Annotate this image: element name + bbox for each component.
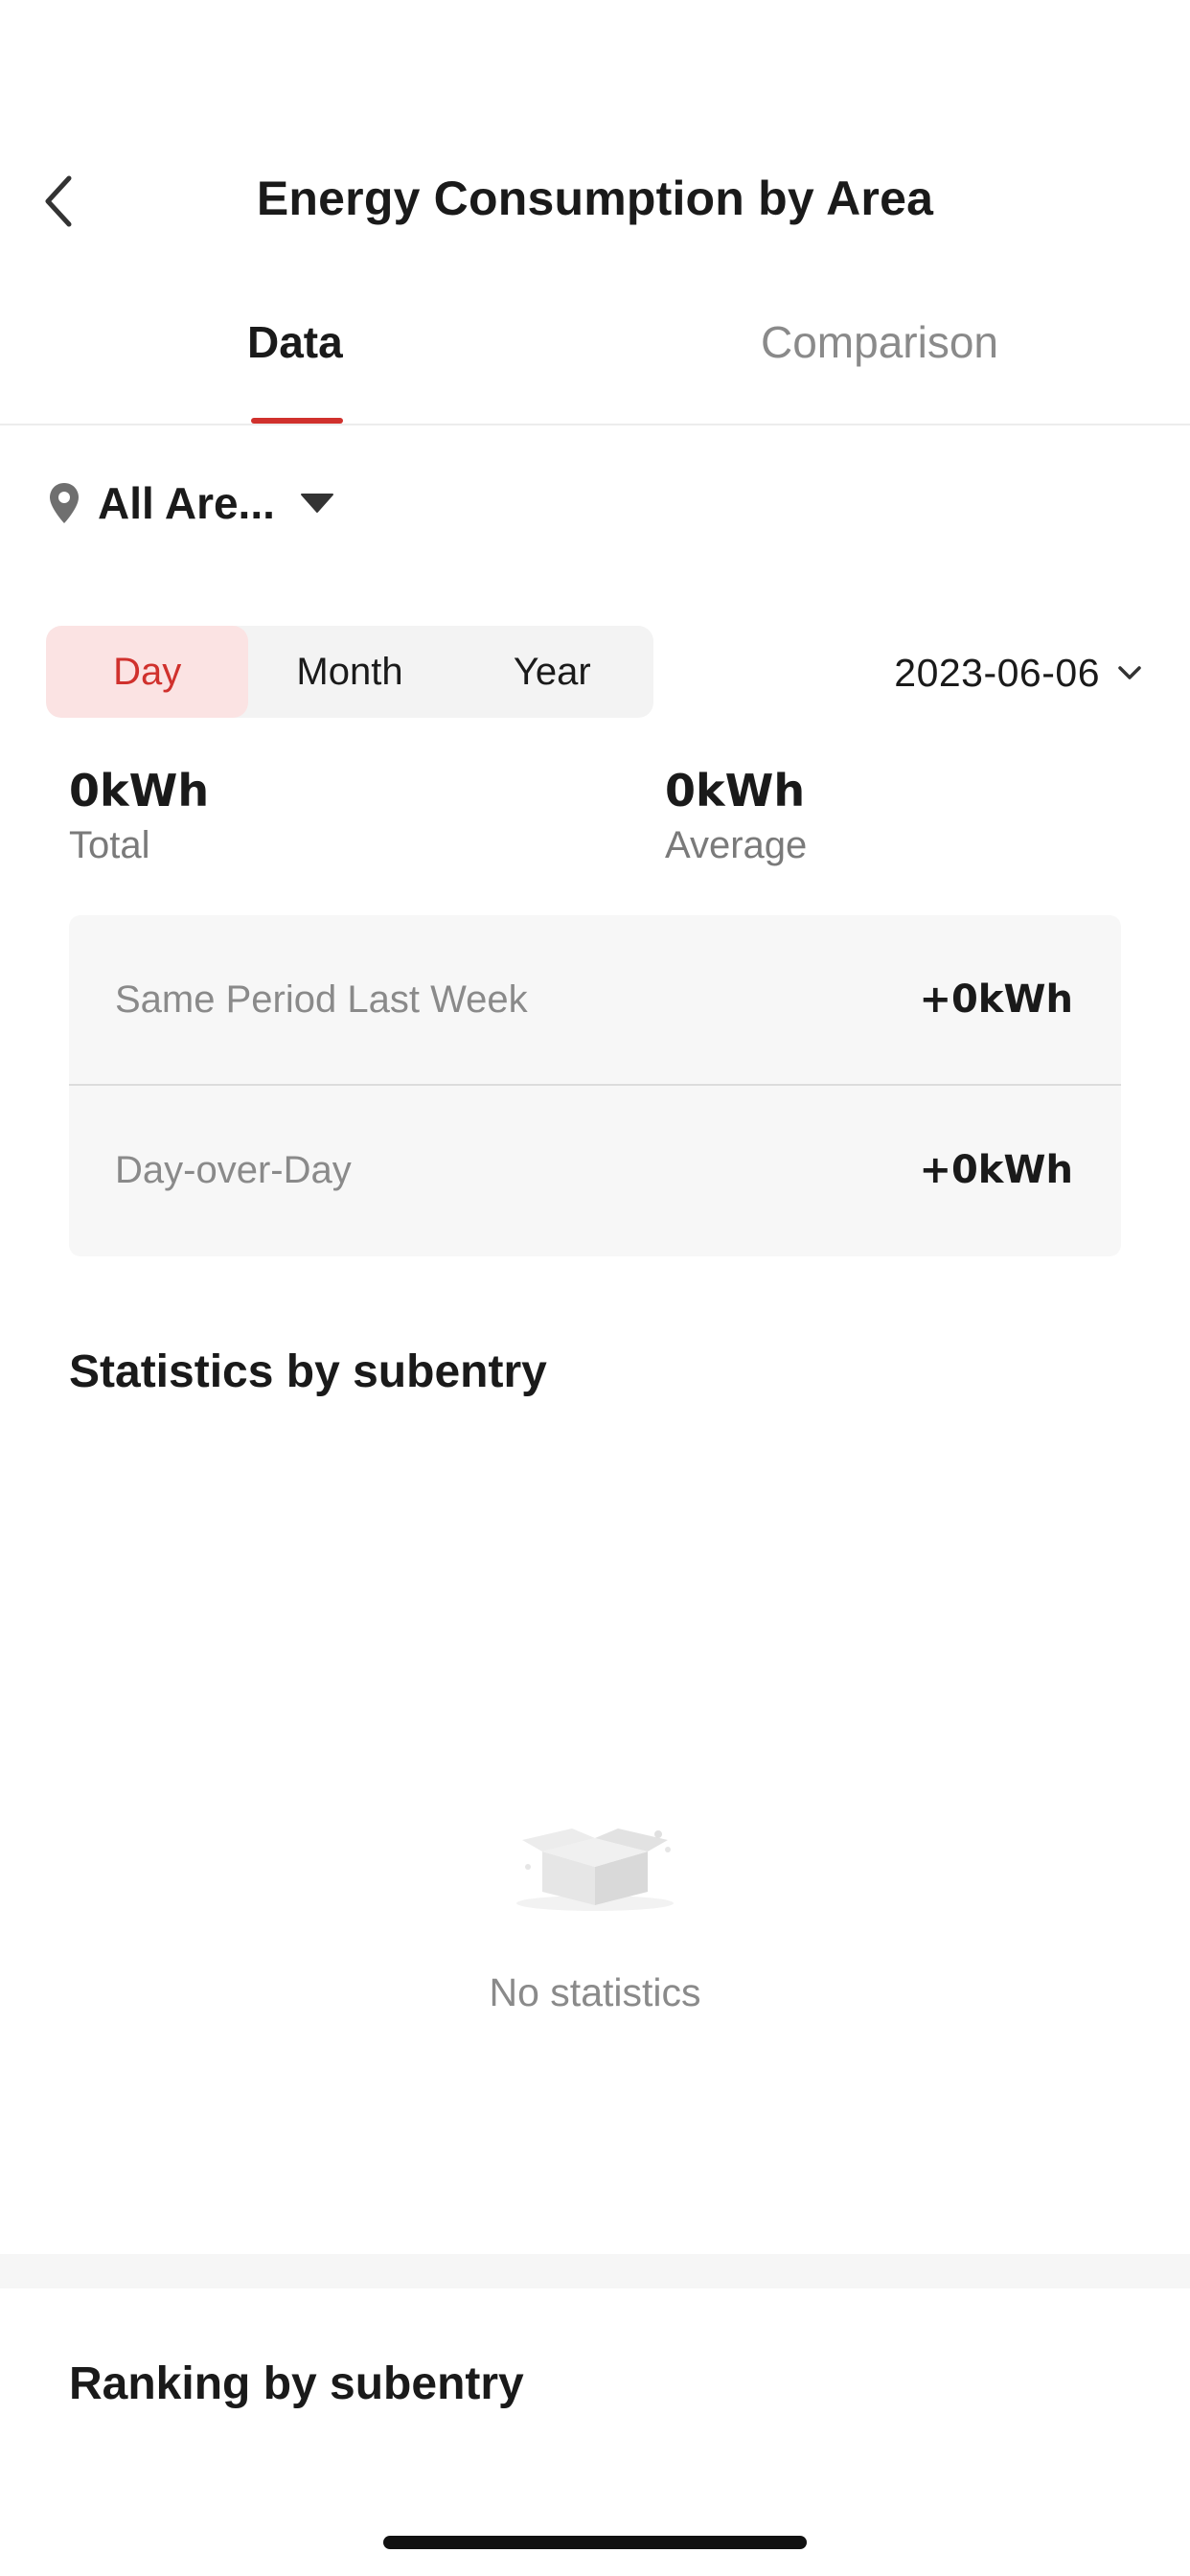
period-segmented-control: Day Month Year [46, 626, 653, 718]
home-indicator [383, 2536, 807, 2549]
area-selector[interactable]: All Are... [48, 474, 334, 532]
comparison-value: +0kWh [919, 1148, 1073, 1192]
comparison-label: Day-over-Day [115, 1148, 352, 1191]
caret-down-icon [300, 494, 333, 513]
tab-comparison[interactable]: Comparison [761, 316, 998, 368]
comparison-row-day-over-day: Day-over-Day +0kWh [69, 1086, 1121, 1254]
tab-data[interactable]: Data [247, 316, 343, 368]
comparison-row-last-week: Same Period Last Week +0kWh [69, 915, 1121, 1084]
area-selector-label: All Are... [98, 478, 275, 528]
empty-box-icon [516, 1828, 674, 1911]
chevron-down-icon [1118, 666, 1141, 679]
period-option-month[interactable]: Month [248, 626, 450, 718]
comparison-label: Same Period Last Week [115, 978, 528, 1021]
date-value: 2023-06-06 [894, 650, 1100, 695]
total-label: Total [69, 824, 150, 866]
average-label: Average [665, 824, 808, 866]
statistics-section-title: Statistics by subentry [69, 1346, 547, 1397]
page-title: Energy Consumption by Area [256, 172, 934, 225]
date-picker[interactable]: 2023-06-06 [894, 642, 1142, 703]
section-separator [0, 2254, 1190, 2288]
empty-state-text: No statistics [489, 1970, 701, 2014]
total-value: 0kWh [69, 765, 210, 816]
ranking-section-title: Ranking by subentry [69, 2358, 524, 2409]
location-pin-icon [50, 483, 79, 523]
comparison-value: +0kWh [919, 978, 1073, 1022]
average-value: 0kWh [665, 765, 806, 816]
period-option-year[interactable]: Year [451, 626, 653, 718]
comparison-card: Same Period Last Week +0kWh Day-over-Day… [69, 915, 1121, 1256]
tabs-divider [0, 424, 1190, 426]
period-option-day[interactable]: Day [46, 626, 249, 718]
